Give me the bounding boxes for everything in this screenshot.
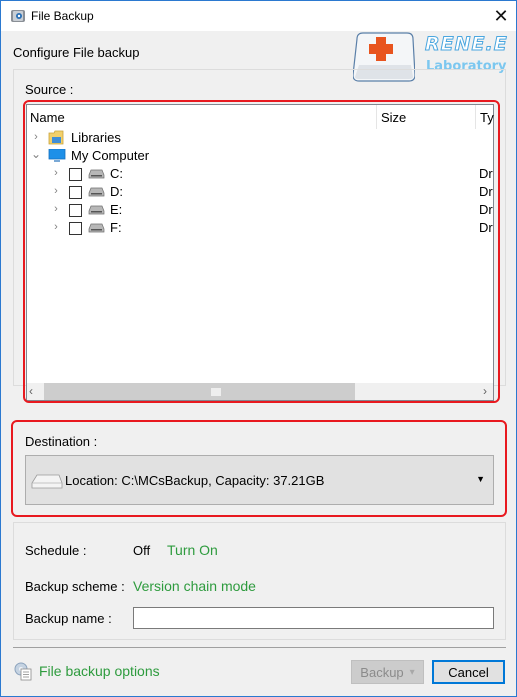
close-button[interactable]: ✕ xyxy=(486,1,516,31)
backup-scheme-label: Backup scheme : xyxy=(25,579,125,594)
logo-text-brand: RENE.E xyxy=(425,33,508,56)
close-icon: ✕ xyxy=(493,5,509,26)
library-folder-icon xyxy=(48,130,64,145)
column-header-size[interactable]: Size xyxy=(381,110,406,125)
footer-divider xyxy=(13,647,506,648)
file-backup-options-link[interactable]: File backup options xyxy=(39,663,160,679)
drive-icon xyxy=(88,223,105,233)
tree-label: Libraries xyxy=(71,130,121,145)
drive-icon xyxy=(88,169,105,179)
title-bar: File Backup ✕ xyxy=(1,1,516,31)
tree-row-libraries[interactable]: › Libraries xyxy=(27,129,493,147)
drive-checkbox[interactable] xyxy=(69,168,82,181)
expand-chevron-icon[interactable]: › xyxy=(51,167,61,179)
tree-row-drive-c[interactable]: › C: Dr xyxy=(27,165,493,183)
tree-label: F: xyxy=(110,220,122,235)
app-icon xyxy=(11,10,25,22)
column-separator[interactable] xyxy=(376,105,377,129)
source-tree[interactable]: Name Size Ty › Libraries ⌄ My Computer › xyxy=(26,104,494,401)
file-backup-options-icon[interactable] xyxy=(13,661,33,681)
collapse-chevron-icon[interactable]: ⌄ xyxy=(31,147,41,161)
scroll-left-icon[interactable]: ‹ xyxy=(29,384,33,398)
horizontal-scrollbar[interactable]: ‹ › xyxy=(27,383,493,400)
expand-chevron-icon[interactable]: › xyxy=(31,131,41,143)
tree-label: E: xyxy=(110,202,123,217)
column-header-type[interactable]: Ty xyxy=(480,110,494,125)
type-cell: Dr xyxy=(479,184,493,199)
scrollbar-thumb[interactable] xyxy=(44,383,355,400)
tree-label: My Computer xyxy=(71,148,150,163)
type-cell: Dr xyxy=(479,166,493,181)
drive-icon xyxy=(88,205,105,215)
tree-row-drive-e[interactable]: › E: Dr xyxy=(27,201,493,219)
drive-checkbox[interactable] xyxy=(69,186,82,199)
schedule-value: Off xyxy=(133,543,151,558)
tree-row-my-computer[interactable]: ⌄ My Computer xyxy=(27,147,493,165)
destination-label: Destination : xyxy=(25,434,98,449)
window-title: File Backup xyxy=(31,9,94,23)
tree-header: Name Size Ty xyxy=(27,105,494,129)
expand-chevron-icon[interactable]: › xyxy=(51,221,61,233)
drive-checkbox[interactable] xyxy=(69,222,82,235)
column-separator[interactable] xyxy=(475,105,476,129)
expand-chevron-icon[interactable]: › xyxy=(51,185,61,197)
drive-icon xyxy=(88,187,105,197)
backup-dropdown-icon: ▾ xyxy=(409,666,415,678)
computer-icon xyxy=(48,149,66,162)
turn-on-link[interactable]: Turn On xyxy=(167,542,218,558)
tree-label: C: xyxy=(110,166,123,181)
backup-name-label: Backup name : xyxy=(25,611,112,626)
backup-button-label: Backup xyxy=(360,664,404,680)
tree-row-drive-f[interactable]: › F: Dr xyxy=(27,219,493,237)
destination-drive-icon xyxy=(31,474,63,489)
backup-name-input[interactable] xyxy=(133,607,494,629)
scroll-right-icon[interactable]: › xyxy=(483,384,487,398)
destination-select[interactable]: Location: C:\MCsBackup, Capacity: 37.21G… xyxy=(25,455,494,505)
cancel-button[interactable]: Cancel xyxy=(432,660,505,684)
dropdown-arrow-icon[interactable]: ▼ xyxy=(476,474,485,484)
destination-value: Location: C:\MCsBackup, Capacity: 37.21G… xyxy=(65,473,325,488)
column-header-name[interactable]: Name xyxy=(30,110,65,125)
expand-chevron-icon[interactable]: › xyxy=(51,203,61,215)
configure-heading: Configure File backup xyxy=(13,45,140,60)
drive-checkbox[interactable] xyxy=(69,204,82,217)
source-label: Source : xyxy=(25,82,74,97)
file-backup-window: File Backup ✕ Configure File backup RENE… xyxy=(0,0,517,697)
tree-row-drive-d[interactable]: › D: Dr xyxy=(27,183,493,201)
type-cell: Dr xyxy=(479,202,493,217)
backup-scheme-link[interactable]: Version chain mode xyxy=(133,578,256,594)
scrollbar-grip xyxy=(211,388,221,396)
type-cell: Dr xyxy=(479,220,493,235)
schedule-label: Schedule : xyxy=(25,543,87,558)
tree-label: D: xyxy=(110,184,123,199)
backup-button[interactable]: Backup ▾ xyxy=(351,660,424,684)
